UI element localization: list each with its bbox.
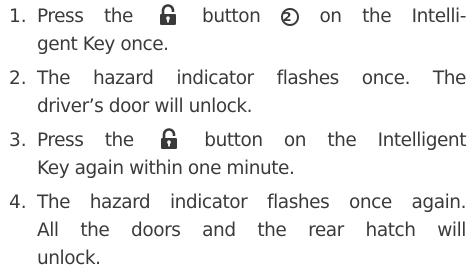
step-text-segment: button xyxy=(202,6,261,27)
step-text-segment: Press the xyxy=(37,6,133,27)
step-line: Press the button 2 on the Intelli- xyxy=(37,3,466,31)
step-text-segment: Press the xyxy=(37,130,134,151)
step-line: unlock. xyxy=(37,248,101,269)
step-line: The hazard indicator flashes once. The xyxy=(37,68,466,89)
step-line: Press the button on the Intelligent xyxy=(37,127,466,155)
step-line: All the doors and the rear hatch will xyxy=(37,220,466,241)
step-line: driver’s door will unlock. xyxy=(37,96,253,117)
step-line: The hazard indicator flashes once again. xyxy=(37,192,466,213)
lock-icon xyxy=(161,128,178,149)
step-text-segment: button on the Intelligent xyxy=(204,130,466,151)
step-text-segment: on the Intelli- xyxy=(319,6,466,27)
step-number: 1. xyxy=(9,6,27,27)
callout-number: 2 xyxy=(280,8,299,26)
step-number: 4. xyxy=(9,192,27,213)
step-number: 3. xyxy=(9,130,27,151)
instruction-list: 1. Press the button 2 on the Intelli- ge… xyxy=(0,0,472,269)
step-number: 2. xyxy=(9,68,27,89)
lock-icon xyxy=(159,4,176,25)
step-line: Key again within one minute. xyxy=(37,158,295,179)
step-line: gent Key once. xyxy=(37,34,169,55)
